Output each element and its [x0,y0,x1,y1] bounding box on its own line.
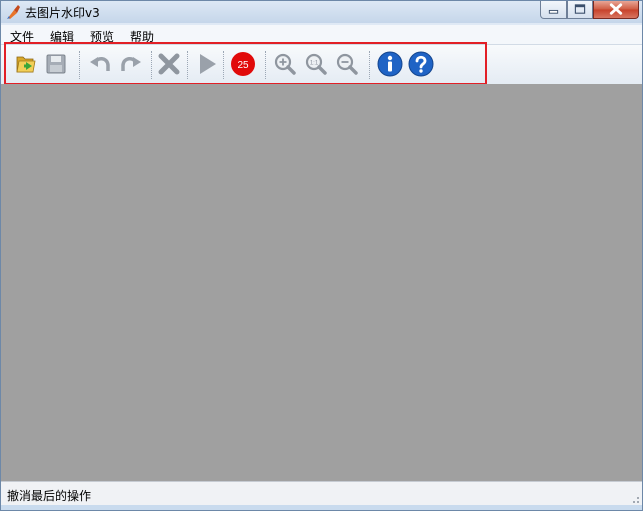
status-text: 撤消最后的操作 [7,489,92,503]
resize-grip-icon[interactable] [630,494,640,504]
image-canvas[interactable] [1,84,642,481]
brush-icon [7,5,20,19]
main-window: 去图片水印v3 文件 编辑 预览 帮助 25 1:1 撤消最后的操作 [0,0,643,511]
window-title: 去图片水印v3 [25,6,100,20]
maximize-button[interactable] [567,1,593,19]
window-bottom-border [1,505,642,510]
close-icon [609,3,623,15]
status-bar: 撤消最后的操作 [1,481,642,506]
minimize-icon [548,9,559,14]
toolbar-highlight-box [4,42,487,85]
maximize-icon [574,4,586,14]
minimize-button[interactable] [540,1,567,19]
close-button[interactable] [593,1,639,19]
title-bar[interactable]: 去图片水印v3 [1,1,642,23]
